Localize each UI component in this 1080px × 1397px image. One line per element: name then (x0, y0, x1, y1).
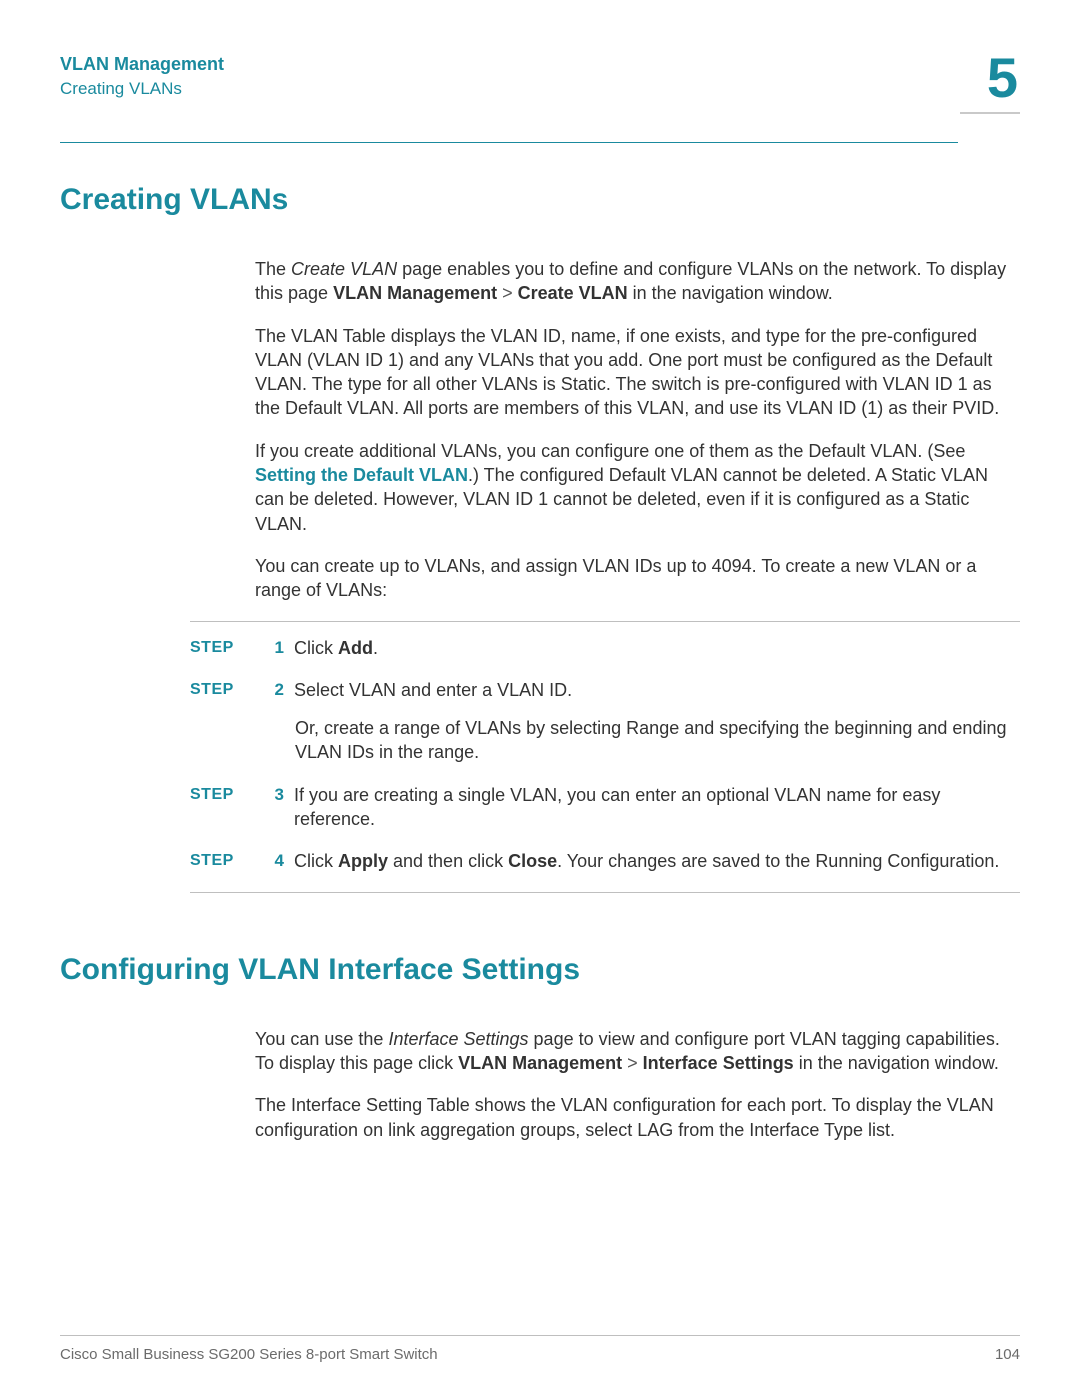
bold-apply: Apply (338, 851, 388, 871)
step-text: Select VLAN and enter a VLAN ID. (294, 678, 1016, 702)
para-interface-setting-table: The Interface Setting Table shows the VL… (255, 1093, 1016, 1142)
section1-body: The Create VLAN page enables you to defi… (255, 257, 1016, 603)
header-right: 5 (960, 50, 1020, 114)
footer-page-number: 104 (995, 1346, 1020, 1363)
bold-add: Add (338, 638, 373, 658)
header-divider (60, 142, 958, 143)
bold-create-vlan: Create VLAN (518, 283, 628, 303)
step-text: Click Apply and then click Close. Your c… (294, 849, 1016, 873)
section-heading-configuring-vlan-interface: Configuring VLAN Interface Settings (60, 953, 1020, 987)
footer-product-name: Cisco Small Business SG200 Series 8-port… (60, 1346, 438, 1363)
step-row-1: STEP 1 Click Add. (190, 636, 1016, 660)
step-row-3: STEP 3 If you are creating a single VLAN… (190, 783, 1016, 832)
italic-create-vlan: Create VLAN (291, 259, 397, 279)
chapter-number: 5 (960, 50, 1020, 106)
step-label: STEP (190, 678, 260, 702)
section-heading-creating-vlans: Creating VLANs (60, 183, 1020, 217)
step-row-4: STEP 4 Click Apply and then click Close.… (190, 849, 1016, 873)
header-left: VLAN Management Creating VLANs (60, 50, 224, 99)
para-interface-settings-intro: You can use the Interface Settings page … (255, 1027, 1016, 1076)
footer-row: Cisco Small Business SG200 Series 8-port… (60, 1346, 1020, 1363)
bold-interface-settings: Interface Settings (643, 1053, 794, 1073)
italic-interface-settings: Interface Settings (388, 1029, 528, 1049)
section2-body: You can use the Interface Settings page … (255, 1027, 1016, 1142)
step-text: If you are creating a single VLAN, you c… (294, 783, 1016, 832)
header-chapter-title: VLAN Management (60, 54, 224, 75)
step-label: STEP (190, 783, 260, 832)
step-number: 4 (260, 849, 294, 873)
page-header: VLAN Management Creating VLANs 5 (60, 50, 1020, 114)
para-create-up-to: You can create up to VLANs, and assign V… (255, 554, 1016, 603)
step-label: STEP (190, 849, 260, 873)
para-create-vlan-intro: The Create VLAN page enables you to defi… (255, 257, 1016, 306)
page-footer: Cisco Small Business SG200 Series 8-port… (60, 1335, 1020, 1363)
bold-close: Close (508, 851, 557, 871)
chapter-number-underline (960, 112, 1020, 114)
step-text: Click Add. (294, 636, 1016, 660)
footer-divider (60, 1335, 1020, 1336)
document-page: VLAN Management Creating VLANs 5 Creatin… (0, 0, 1080, 1397)
para-vlan-table-desc: The VLAN Table displays the VLAN ID, nam… (255, 324, 1016, 421)
bold-vlan-management: VLAN Management (333, 283, 497, 303)
para-default-vlan-desc: If you create additional VLANs, you can … (255, 439, 1016, 536)
bold-vlan-management-2: VLAN Management (458, 1053, 622, 1073)
header-section-title: Creating VLANs (60, 79, 224, 99)
step-number: 1 (260, 636, 294, 660)
steps-top-rule (190, 621, 1020, 622)
step-label: STEP (190, 636, 260, 660)
step-number: 3 (260, 783, 294, 832)
step-row-2: STEP 2 Select VLAN and enter a VLAN ID. (190, 678, 1016, 702)
steps-bottom-rule (190, 892, 1020, 893)
step-2-continuation: Or, create a range of VLANs by selecting… (295, 716, 1016, 765)
step-number: 2 (260, 678, 294, 702)
link-setting-default-vlan[interactable]: Setting the Default VLAN (255, 465, 468, 485)
